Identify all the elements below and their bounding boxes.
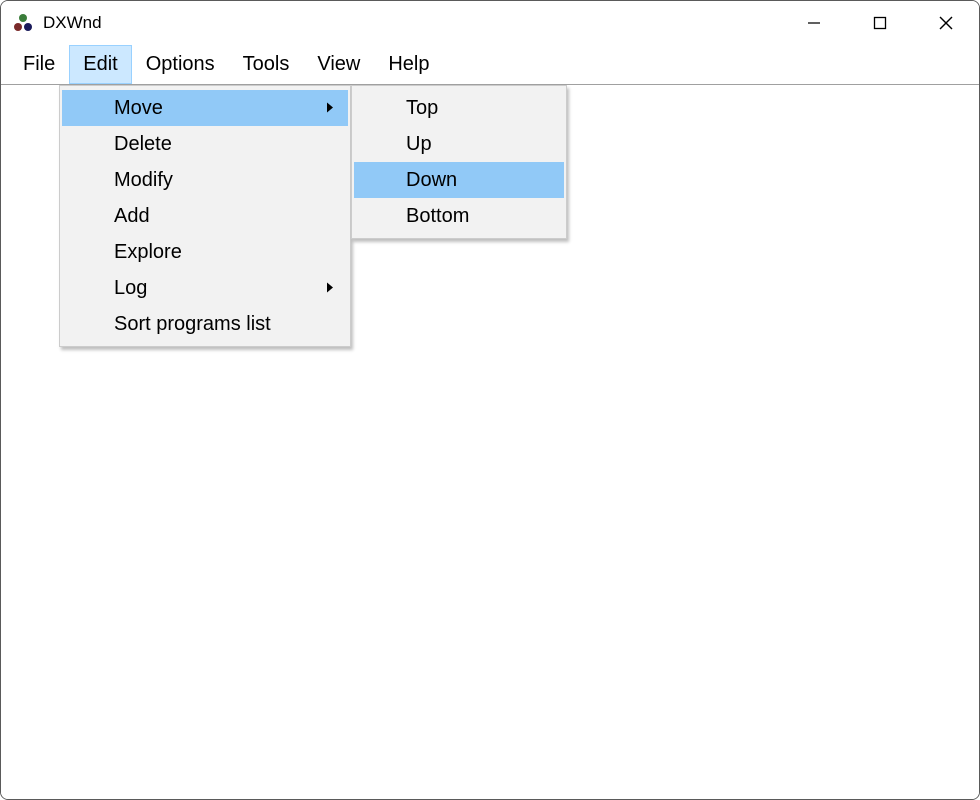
menu-label: Top bbox=[406, 97, 438, 120]
menu-file[interactable]: File bbox=[9, 45, 69, 84]
menu-view[interactable]: View bbox=[303, 45, 374, 84]
menu-label: Modify bbox=[114, 169, 173, 192]
menu-options[interactable]: Options bbox=[132, 45, 229, 84]
menu-label: Move bbox=[114, 97, 163, 120]
edit-menu-sort[interactable]: Sort programs list bbox=[62, 306, 348, 342]
window-controls bbox=[781, 1, 979, 45]
menu-label: Add bbox=[114, 205, 150, 228]
menu-tools[interactable]: Tools bbox=[229, 45, 304, 84]
edit-menu-explore[interactable]: Explore bbox=[62, 234, 348, 270]
menu-help[interactable]: Help bbox=[374, 45, 443, 84]
maximize-button[interactable] bbox=[847, 1, 913, 45]
client-area: Move Delete Modify Add Explore Log bbox=[1, 85, 979, 799]
edit-menu-delete[interactable]: Delete bbox=[62, 126, 348, 162]
submenu-arrow-icon bbox=[326, 277, 334, 300]
edit-menu-modify[interactable]: Modify bbox=[62, 162, 348, 198]
menu-label: Explore bbox=[114, 241, 182, 264]
app-icon bbox=[13, 13, 33, 33]
edit-menu-add[interactable]: Add bbox=[62, 198, 348, 234]
menu-label: Bottom bbox=[406, 205, 469, 228]
move-menu-top[interactable]: Top bbox=[354, 90, 564, 126]
minimize-button[interactable] bbox=[781, 1, 847, 45]
edit-menu-log[interactable]: Log bbox=[62, 270, 348, 306]
app-title: DXWnd bbox=[43, 13, 102, 33]
submenu-arrow-icon bbox=[326, 97, 334, 120]
title-bar: DXWnd bbox=[1, 1, 979, 45]
menu-edit[interactable]: Edit bbox=[69, 45, 131, 84]
app-window: DXWnd File Edit Options Tools View Help … bbox=[0, 0, 980, 800]
edit-dropdown: Move Delete Modify Add Explore Log bbox=[59, 85, 351, 347]
edit-menu-move[interactable]: Move bbox=[62, 90, 348, 126]
menu-label: Up bbox=[406, 133, 432, 156]
menu-label: Log bbox=[114, 277, 147, 300]
menu-label: Down bbox=[406, 169, 457, 192]
move-menu-down[interactable]: Down bbox=[354, 162, 564, 198]
move-menu-up[interactable]: Up bbox=[354, 126, 564, 162]
menu-label: Sort programs list bbox=[114, 313, 271, 336]
menu-bar: File Edit Options Tools View Help bbox=[1, 45, 979, 85]
move-menu-bottom[interactable]: Bottom bbox=[354, 198, 564, 234]
close-button[interactable] bbox=[913, 1, 979, 45]
menu-label: Delete bbox=[114, 133, 172, 156]
move-submenu: Top Up Down Bottom bbox=[351, 85, 567, 239]
